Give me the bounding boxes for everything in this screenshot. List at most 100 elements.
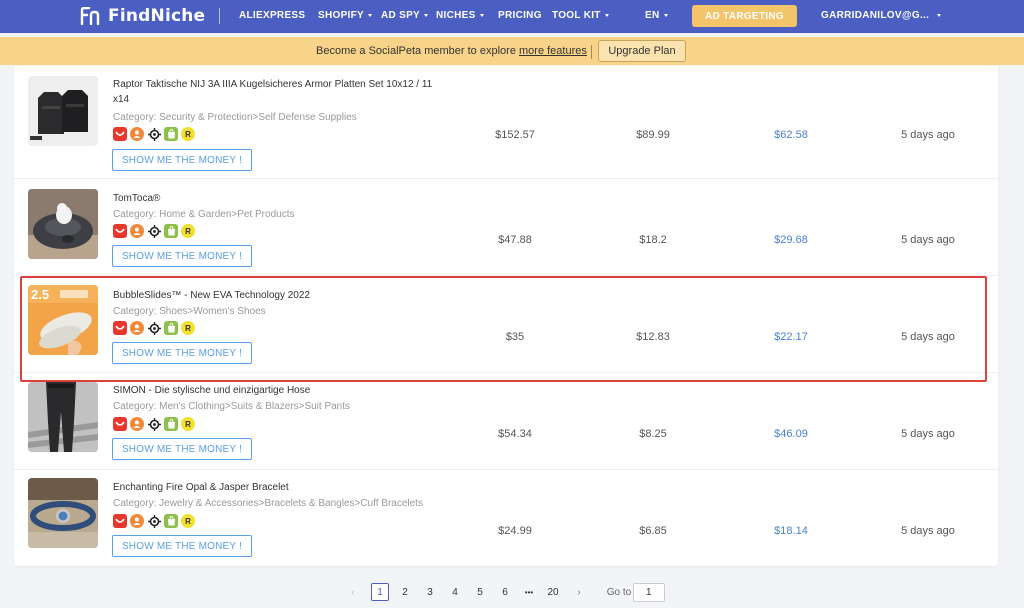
aliexpress-icon[interactable] <box>113 514 127 528</box>
top-navbar: FindNiche ALIEXPRESS SHOPIFY AD SPY NICH… <box>0 0 1024 33</box>
page-1-button[interactable]: 1 <box>371 583 389 601</box>
shopify-icon[interactable] <box>164 321 178 335</box>
target-icon[interactable] <box>147 417 161 431</box>
product-image[interactable] <box>28 382 98 452</box>
r-badge-icon[interactable]: R <box>181 417 195 431</box>
page-5-button[interactable]: 5 <box>471 583 489 601</box>
nav-tool-kit-label: TOOL KIT <box>552 10 601 21</box>
price: $35 <box>505 331 525 343</box>
r-badge-icon[interactable]: R <box>181 224 195 238</box>
prev-page-button[interactable]: ‹ <box>345 583 361 601</box>
time-ago: 5 days ago <box>901 234 955 246</box>
page-3-button[interactable]: 3 <box>421 583 439 601</box>
shopify-icon[interactable] <box>164 127 178 141</box>
nav-pricing[interactable]: PRICING <box>498 10 542 21</box>
time-ago: 5 days ago <box>901 428 955 440</box>
nav-shopify-label: SHOPIFY <box>318 10 364 21</box>
ad-targeting-button[interactable]: AD TARGETING <box>692 5 797 27</box>
user-icon[interactable] <box>130 224 144 238</box>
show-me-the-money-button[interactable]: SHOW ME THE MONEY ! <box>112 245 252 267</box>
bracelet-image <box>28 478 98 548</box>
product-title[interactable]: BubbleSlides™ - New EVA Technology 2022 <box>113 288 443 303</box>
goto-label: Go to <box>606 586 632 598</box>
product-image[interactable]: 2.5 <box>28 285 98 355</box>
table-row: SIMON - Die stylische und einzigartige H… <box>14 373 998 470</box>
pet-bed-image <box>28 189 98 259</box>
findniche-logo-icon <box>80 7 100 25</box>
nav-aliexpress[interactable]: ALIEXPRESS <box>239 10 305 21</box>
target-icon[interactable] <box>147 514 161 528</box>
r-badge-icon[interactable]: R <box>181 514 195 528</box>
pants-image <box>28 382 98 452</box>
page-20-button[interactable]: 20 <box>543 583 563 601</box>
product-title[interactable]: Raptor Taktische NIJ 3A IIIA Kugelsicher… <box>113 77 443 107</box>
profit: $62.58 <box>774 129 808 141</box>
chevron-down-icon <box>368 14 372 17</box>
chevron-down-icon <box>937 14 942 17</box>
cost: $12.83 <box>636 331 670 343</box>
cost: $6.85 <box>639 525 667 537</box>
time-ago: 5 days ago <box>901 331 955 343</box>
goto-page-input[interactable] <box>633 583 665 602</box>
aliexpress-icon[interactable] <box>113 417 127 431</box>
page-4-button[interactable]: 4 <box>446 583 464 601</box>
language-selector[interactable]: EN <box>645 10 668 21</box>
product-category: Category: Home & Garden>Pet Products <box>113 209 295 220</box>
show-me-the-money-button[interactable]: SHOW ME THE MONEY ! <box>112 438 252 460</box>
next-page-button[interactable]: › <box>571 583 587 601</box>
show-me-the-money-button[interactable]: SHOW ME THE MONEY ! <box>112 535 252 557</box>
r-badge-icon[interactable]: R <box>181 321 195 335</box>
nav-ad-spy[interactable]: AD SPY <box>381 10 429 21</box>
target-icon[interactable] <box>147 224 161 238</box>
cost: $18.2 <box>639 234 667 246</box>
thumb-badge-text: 2.5 <box>31 287 49 302</box>
page-ellipsis[interactable]: ••• <box>519 583 539 601</box>
product-title[interactable]: SIMON - Die stylische und einzigartige H… <box>113 383 443 398</box>
more-features-link[interactable]: more features <box>519 45 587 57</box>
price: $152.57 <box>495 129 535 141</box>
platform-icons: R <box>113 127 195 141</box>
user-icon[interactable] <box>130 127 144 141</box>
table-row: Enchanting Fire Opal & Jasper Bracelet C… <box>14 470 998 566</box>
promo-banner: Become a SocialPeta member to explore mo… <box>0 37 1024 65</box>
time-ago: 5 days ago <box>901 129 955 141</box>
page-2-button[interactable]: 2 <box>396 583 414 601</box>
language-label: EN <box>645 10 660 21</box>
cost: $8.25 <box>639 428 667 440</box>
aliexpress-icon[interactable] <box>113 127 127 141</box>
table-row: 2.5 BubbleSlides™ - New EVA Technology 2… <box>14 276 998 373</box>
profit: $29.68 <box>774 234 808 246</box>
aliexpress-icon[interactable] <box>113 321 127 335</box>
user-email: GARRIDANILOV@G... <box>821 10 930 21</box>
shopify-icon[interactable] <box>164 224 178 238</box>
product-image[interactable] <box>28 189 98 259</box>
product-title[interactable]: TomToca® <box>113 191 443 206</box>
shopify-icon[interactable] <box>164 514 178 528</box>
show-me-the-money-button[interactable]: SHOW ME THE MONEY ! <box>112 149 252 171</box>
product-table: Raptor Taktische NIJ 3A IIIA Kugelsicher… <box>14 66 998 566</box>
r-badge-icon[interactable]: R <box>181 127 195 141</box>
aliexpress-icon[interactable] <box>113 224 127 238</box>
target-icon[interactable] <box>147 321 161 335</box>
findniche-logo[interactable]: FindNiche <box>80 6 205 26</box>
target-icon[interactable] <box>147 127 161 141</box>
user-menu[interactable]: GARRIDANILOV@G... <box>821 10 942 21</box>
armor-plate-image <box>28 76 98 146</box>
upgrade-plan-button[interactable]: Upgrade Plan <box>598 40 686 62</box>
product-image[interactable] <box>28 478 98 548</box>
user-icon[interactable] <box>130 417 144 431</box>
nav-niches-label: NICHES <box>436 10 476 21</box>
nav-niches[interactable]: NICHES <box>436 10 484 21</box>
nav-tool-kit[interactable]: TOOL KIT <box>552 10 609 21</box>
profit: $46.09 <box>774 428 808 440</box>
user-icon[interactable] <box>130 514 144 528</box>
platform-icons: R <box>113 224 195 238</box>
nav-divider <box>219 8 220 24</box>
page-6-button[interactable]: 6 <box>496 583 514 601</box>
product-image[interactable] <box>28 76 98 146</box>
user-icon[interactable] <box>130 321 144 335</box>
shopify-icon[interactable] <box>164 417 178 431</box>
show-me-the-money-button[interactable]: SHOW ME THE MONEY ! <box>112 342 252 364</box>
product-title[interactable]: Enchanting Fire Opal & Jasper Bracelet <box>113 480 443 495</box>
nav-shopify[interactable]: SHOPIFY <box>318 10 372 21</box>
